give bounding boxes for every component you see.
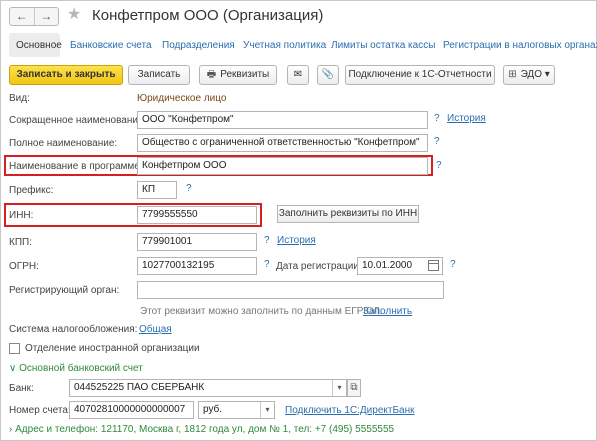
tab-divisions[interactable]: Подразделения — [162, 40, 235, 52]
inn-label: ИНН: — [9, 210, 34, 221]
foreign-division-label: Отделение иностранной организации — [25, 343, 200, 354]
bank-label: Банк: — [9, 383, 34, 394]
tab-cash-limits[interactable]: Лимиты остатка кассы — [331, 40, 435, 52]
reg-date-input[interactable]: 10.01.2000 — [357, 257, 443, 275]
ogrn-input[interactable]: 1027700132195 — [137, 257, 257, 275]
address-section-toggle[interactable]: › Адрес и телефон: 121170, Москва г, 181… — [9, 424, 394, 436]
prefix-label: Префикс: — [9, 185, 54, 196]
kind-value: Юридическое лицо — [137, 93, 227, 104]
print-icon: 🖶 — [206, 69, 217, 80]
chevron-right-icon: › — [9, 424, 13, 435]
fill-egrul-link[interactable]: Заполнить — [363, 306, 412, 318]
help-icon[interactable]: ? — [436, 160, 442, 172]
bank-section-label: Основной банковский счет — [19, 363, 143, 374]
back-icon[interactable]: ← — [10, 8, 35, 25]
currency-value: руб. — [203, 404, 223, 415]
help-icon[interactable]: ? — [450, 259, 456, 271]
save-and-close-button[interactable]: Записать и закрыть — [9, 65, 123, 85]
tab-bank-accounts[interactable]: Банковские счета — [70, 40, 152, 52]
attach-button[interactable]: 📎 — [317, 65, 339, 85]
address-section-label: Адрес и телефон: 121170, Москва г, 1812 … — [15, 424, 395, 435]
reg-date-value: 10.01.2000 — [362, 260, 413, 271]
bank-section-toggle[interactable]: ∨ Основной банковский счет — [9, 363, 143, 375]
bank-value: 044525225 ПАО СБЕРБАНК — [74, 382, 205, 393]
open-bank-icon[interactable]: ⧉ — [347, 379, 361, 397]
nav-buttons: ← → — [9, 7, 59, 26]
tab-accounting-policy[interactable]: Учетная политика — [243, 40, 326, 52]
help-icon[interactable]: ? — [186, 183, 192, 195]
kpp-input[interactable]: 779901001 — [137, 233, 257, 251]
forward-icon[interactable]: → — [35, 8, 59, 25]
help-icon[interactable]: ? — [434, 136, 440, 148]
tab-main[interactable]: Основное — [16, 40, 62, 52]
directbank-link[interactable]: Подключить 1С:ДиректБанк — [285, 405, 414, 417]
chevron-down-icon: ∨ — [9, 363, 17, 374]
chevron-down-icon: ▾ — [544, 69, 550, 80]
chevron-down-icon[interactable]: ▾ — [332, 380, 346, 396]
reg-organ-input[interactable] — [137, 281, 444, 299]
help-icon[interactable]: ? — [434, 113, 440, 125]
paperclip-icon: 📎 — [321, 69, 335, 80]
edo-button[interactable]: ⊞ ЭДО ▾ — [503, 65, 555, 85]
inn-input[interactable]: 7799555550 — [137, 206, 257, 224]
requisites-label: Реквизиты — [220, 69, 270, 80]
help-icon[interactable]: ? — [264, 235, 270, 247]
window-title: Конфетпром ООО (Организация) — [92, 7, 324, 24]
kpp-label: КПП: — [9, 237, 32, 248]
calendar-icon[interactable] — [428, 260, 439, 271]
prefix-input[interactable]: КП — [137, 181, 177, 199]
kind-label: Вид: — [9, 93, 30, 104]
help-icon[interactable]: ? — [264, 259, 270, 271]
edo-icon: ⊞ — [508, 69, 517, 80]
tab-tax-registrations[interactable]: Регистрации в налоговых органах — [443, 40, 597, 52]
chevron-down-icon[interactable]: ▾ — [260, 402, 274, 418]
short-name-label: Сокращенное наименование: — [9, 115, 147, 126]
history-link[interactable]: История — [277, 235, 316, 247]
account-input[interactable]: 40702810000000000007 — [69, 401, 194, 419]
full-name-label: Полное наименование: — [9, 138, 118, 149]
mail-button[interactable]: ✉ — [287, 65, 309, 85]
connect-reporting-button[interactable]: Подключение к 1С-Отчетности — [345, 65, 495, 85]
requisites-button[interactable]: 🖶 Реквизиты — [199, 65, 277, 85]
program-name-input[interactable]: Конфетпром ООО — [137, 157, 428, 175]
program-name-label: Наименование в программе: — [9, 161, 143, 172]
tax-system-label: Система налогообложения: — [9, 324, 138, 335]
short-name-input[interactable]: ООО "Конфетпром" — [137, 111, 428, 129]
egrul-hint: Этот реквизит можно заполнить по данным … — [140, 306, 383, 317]
ogrn-label: ОГРН: — [9, 261, 39, 272]
full-name-input[interactable]: Общество с ограниченной ответственностью… — [137, 134, 428, 152]
favorite-star-icon[interactable]: ★ — [67, 6, 81, 24]
reg-date-label: Дата регистрации: — [276, 261, 362, 272]
fill-by-inn-button[interactable]: Заполнить реквизиты по ИНН — [277, 205, 419, 223]
mail-icon: ✉ — [293, 69, 303, 80]
tax-system-link[interactable]: Общая — [139, 324, 172, 336]
edo-label: ЭДО — [520, 69, 542, 80]
account-label: Номер счета: — [9, 405, 71, 416]
save-button[interactable]: Записать — [128, 65, 190, 85]
currency-select[interactable]: руб. ▾ — [198, 401, 275, 419]
bank-input[interactable]: 044525225 ПАО СБЕРБАНК ▾ — [69, 379, 347, 397]
foreign-division-checkbox[interactable] — [9, 343, 20, 354]
history-link[interactable]: История — [447, 113, 486, 125]
reg-organ-label: Регистрирующий орган: — [9, 285, 120, 296]
